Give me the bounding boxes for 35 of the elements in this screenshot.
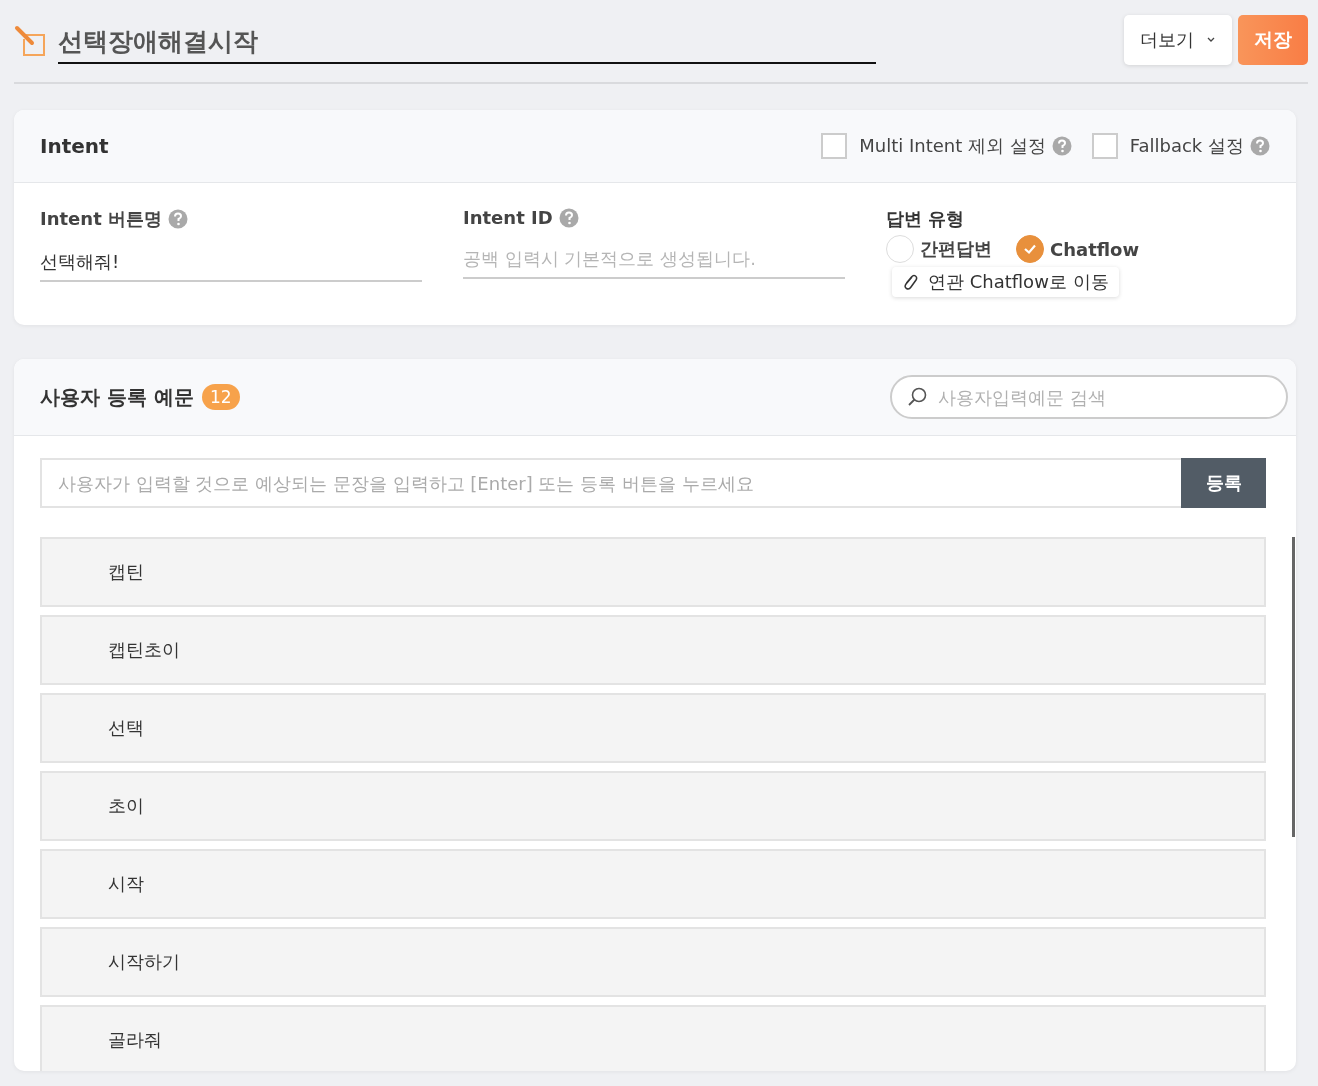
radio-label: 간편답변 <box>920 237 992 261</box>
checkbox[interactable] <box>1091 133 1118 159</box>
radio-label: Chatflow <box>1050 238 1140 260</box>
radio-button[interactable] <box>1016 235 1044 263</box>
count-badge: 12 <box>201 384 240 410</box>
example-item[interactable]: 시작 <box>40 849 1266 919</box>
check-icon <box>1023 243 1037 255</box>
chevron-down-icon <box>1206 37 1216 43</box>
search-field[interactable]: 사용자입력예문 검색 <box>890 375 1288 419</box>
paperclip-icon <box>902 273 918 291</box>
field-label: 답변 유형 <box>886 207 965 231</box>
register-button[interactable]: 등록 <box>1181 458 1266 508</box>
example-item[interactable]: 선택 <box>40 693 1266 763</box>
chatflow-link-button[interactable]: 연관 Chatflow로 이동 <box>892 267 1119 297</box>
help-icon[interactable] <box>1051 136 1072 156</box>
example-item[interactable]: 골라줘 <box>40 1005 1266 1071</box>
scrollbar[interactable] <box>1292 537 1295 837</box>
help-icon[interactable] <box>1250 136 1270 156</box>
example-input-field[interactable]: 사용자가 입력할 것으로 예상되는 문장을 입력하고 [Enter] 또는 등록 버튼을 누르세요 <box>40 458 1181 508</box>
section-title: Intent <box>40 134 109 158</box>
example-item[interactable]: 캡틴 <box>40 537 1266 607</box>
example-item[interactable]: 캡틴초이 <box>40 615 1266 685</box>
checkbox-label: Fallback 설정 <box>1129 134 1244 158</box>
more-button[interactable]: 더보기 <box>1124 15 1232 65</box>
field-label: Intent ID <box>463 207 553 228</box>
edit-icon <box>14 25 48 59</box>
example-item[interactable]: 초이 <box>40 771 1266 841</box>
checkbox-label: Multi Intent 제외 설정 <box>859 134 1046 158</box>
section-title: 사용자 등록 예문 <box>40 383 194 411</box>
help-icon[interactable] <box>558 207 579 228</box>
field-label: Intent 버튼명 <box>40 207 162 231</box>
help-icon[interactable] <box>168 209 188 229</box>
checkbox[interactable] <box>821 133 848 159</box>
example-item[interactable]: 시작하기 <box>40 927 1266 997</box>
title-field[interactable]: 선택장애해결시작 <box>58 16 876 64</box>
